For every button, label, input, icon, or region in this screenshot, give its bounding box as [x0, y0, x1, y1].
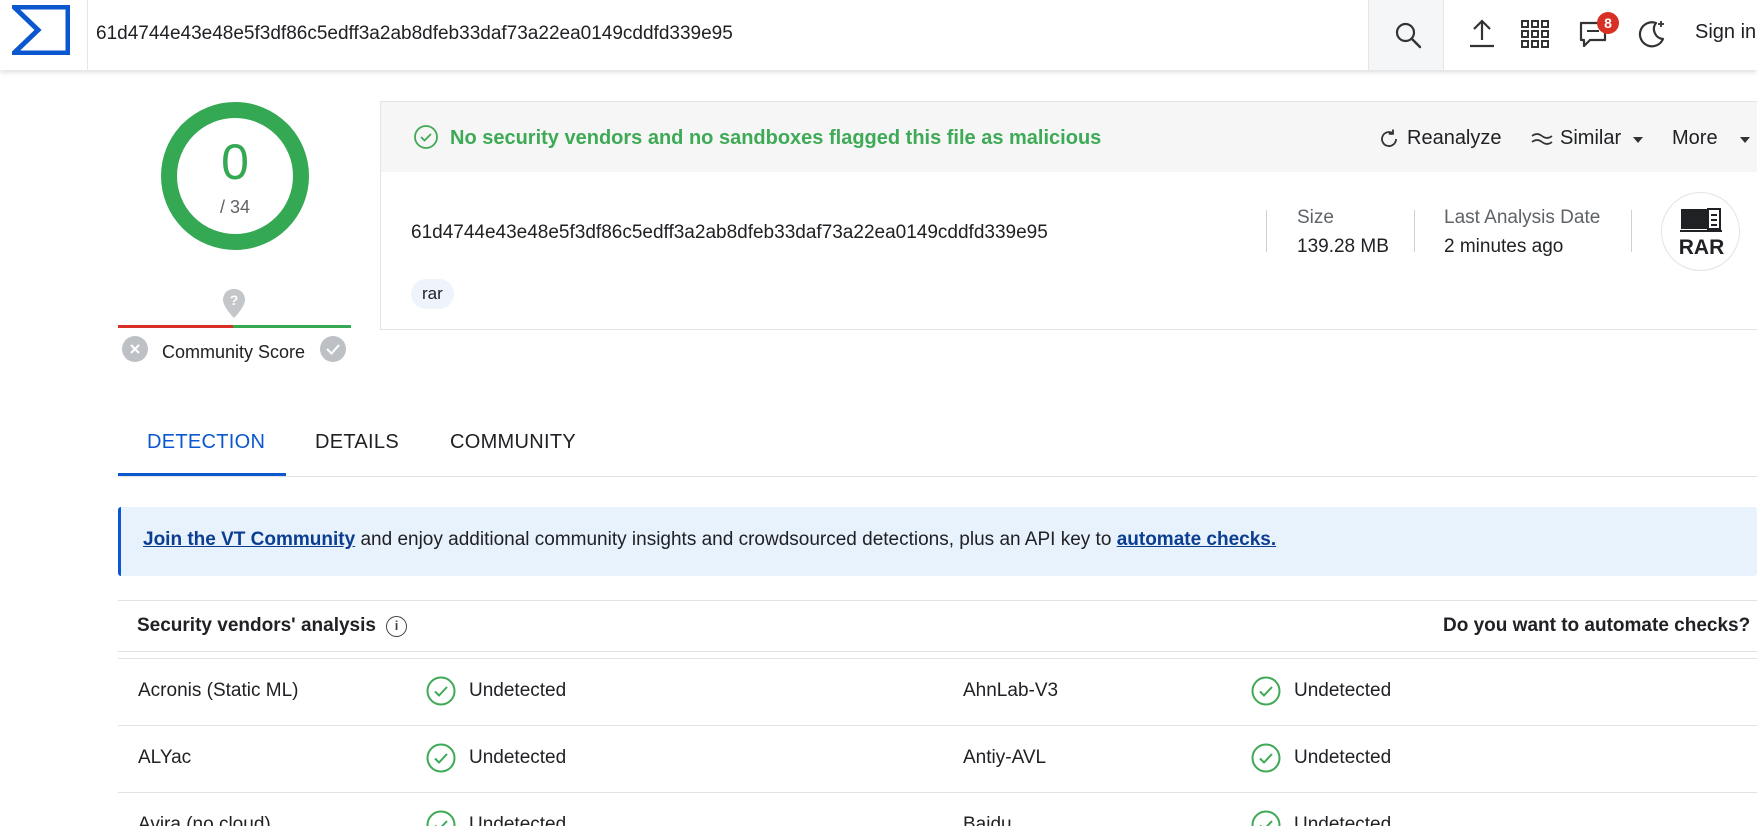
table-row: Acronis (Static ML) Undetected AhnLab-V3… — [118, 659, 1757, 726]
top-bar: 8 Sign in — [0, 0, 1757, 70]
search-icon — [1395, 22, 1422, 49]
vendor-status: Undetected — [469, 814, 567, 826]
detection-count: 0 — [221, 134, 249, 190]
virustotal-logo[interactable] — [0, 0, 88, 70]
vendor-status: Undetected — [1294, 747, 1392, 768]
check-circle-icon — [426, 743, 456, 773]
info-icon[interactable]: i — [386, 616, 407, 637]
vendor-name: Avira (no cloud) — [138, 814, 271, 826]
search-input[interactable] — [96, 14, 1356, 54]
check-circle-icon — [414, 125, 438, 149]
verdict-text: No security vendors and no sandboxes fla… — [450, 127, 1102, 149]
divider — [1631, 210, 1632, 252]
svg-text:?: ? — [230, 292, 239, 308]
tab-detection[interactable]: DETECTION — [147, 431, 265, 454]
file-type-icon: RAR — [1661, 192, 1740, 271]
search-button[interactable] — [1368, 0, 1444, 70]
file-hash[interactable]: 61d4744e43e48e5f3df86c5edff3a2ab8dfeb33d… — [411, 222, 1048, 244]
more-label: More — [1672, 127, 1718, 149]
file-type-label: RAR — [1678, 236, 1725, 259]
automate-checks-prompt[interactable]: Do you want to automate checks? — [1443, 615, 1750, 637]
similar-icon — [1531, 133, 1553, 145]
vendor-name: AhnLab-V3 — [963, 680, 1059, 701]
divider — [1414, 210, 1415, 252]
table-row: Avira (no cloud) Undetected Baidu Undete… — [118, 793, 1757, 826]
vendors-title: Security vendors' analysis — [137, 615, 376, 636]
detection-score-ring: 0 / 34 — [160, 101, 310, 251]
size-label: Size — [1297, 207, 1334, 228]
check-circle-icon — [1251, 810, 1281, 826]
vote-harmless-button[interactable] — [320, 336, 346, 362]
engine-total: / 34 — [219, 197, 251, 217]
banner-text: Join the VT Community and enjoy addition… — [143, 529, 1276, 551]
size-value: 139.28 MB — [1297, 236, 1389, 257]
tab-details[interactable]: DETAILS — [315, 431, 399, 454]
vendor-status: Undetected — [469, 680, 567, 701]
notification-badge: 8 — [1597, 12, 1619, 34]
upload-icon[interactable] — [1466, 18, 1498, 50]
community-score-label: Community Score — [162, 342, 306, 362]
last-analysis-label: Last Analysis Date — [1444, 207, 1601, 228]
caret-down-icon — [1740, 137, 1750, 143]
banner-message: and enjoy additional community insights … — [355, 529, 1117, 550]
vendor-name: Baidu — [963, 814, 1012, 826]
check-icon — [326, 344, 340, 355]
community-bar-negative — [118, 325, 233, 328]
check-circle-icon — [426, 676, 456, 706]
apps-grid-icon[interactable] — [1519, 18, 1551, 50]
check-circle-icon — [1251, 743, 1281, 773]
join-community-link[interactable]: Join the VT Community — [143, 529, 355, 550]
tabs-divider — [118, 476, 1757, 477]
vendor-status: Undetected — [1294, 814, 1392, 826]
last-analysis-value: 2 minutes ago — [1444, 236, 1564, 257]
similar-label: Similar — [1560, 127, 1622, 149]
file-summary-card: No security vendors and no sandboxes fla… — [380, 101, 1757, 330]
file-tag[interactable]: rar — [411, 279, 454, 309]
sigma-logo-icon — [12, 5, 70, 55]
community-marker-icon: ? — [223, 289, 245, 318]
reanalyze-label: Reanalyze — [1407, 127, 1502, 149]
tab-community[interactable]: COMMUNITY — [450, 431, 576, 454]
vendors-header: Security vendors' analysis i Do you want… — [118, 600, 1757, 652]
community-banner: Join the VT Community and enjoy addition… — [118, 507, 1757, 576]
active-tab-indicator — [118, 473, 286, 476]
dark-mode-icon[interactable] — [1636, 18, 1668, 50]
community-bar-positive — [233, 325, 351, 328]
refresh-icon — [1381, 129, 1397, 147]
vendor-name: Acronis (Static ML) — [138, 680, 299, 701]
vote-malicious-button[interactable] — [122, 336, 148, 362]
check-circle-icon — [426, 810, 456, 826]
verdict-header: No security vendors and no sandboxes fla… — [381, 102, 1757, 172]
sign-in-link[interactable]: Sign in — [1695, 21, 1756, 44]
automate-checks-link[interactable]: automate checks. — [1117, 529, 1276, 550]
vendor-name: Antiy-AVL — [963, 747, 1047, 768]
close-icon — [130, 344, 140, 354]
archive-icon — [1680, 208, 1722, 232]
check-circle-icon — [1251, 676, 1281, 706]
caret-down-icon — [1633, 137, 1643, 143]
vendor-status: Undetected — [469, 747, 567, 768]
divider — [1266, 210, 1267, 252]
table-row: ALYac Undetected Antiy-AVL Undetected — [118, 726, 1757, 793]
vendor-status: Undetected — [1294, 680, 1392, 701]
vendor-name: ALYac — [138, 747, 192, 768]
